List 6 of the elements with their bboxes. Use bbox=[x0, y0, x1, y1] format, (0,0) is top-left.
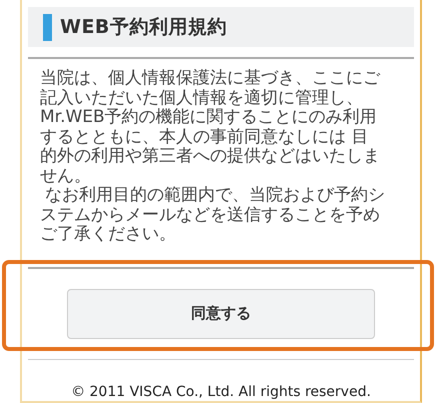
agree-button[interactable]: 同意する bbox=[67, 288, 375, 338]
terms-paragraph: 当院は、個人情報保護法に基づき、ここにご記入いただいた個人情報を適切に管理し、Mr.WEB予約の機能に関することにのみ利用するとともに、本人の事前同意なしには 目的外の利用や第三者への提供などはいたしません。 bbox=[40, 69, 382, 186]
page-title: WEB予約利用規約 bbox=[60, 14, 227, 40]
terms-paragraph: なお利用目的の範囲内で、当院および予約システムからメールなどを送信することを予めご了承ください。 bbox=[40, 186, 386, 244]
copyright-text: © 2011 VISCA Co., Ltd. All rights reserved. bbox=[70, 382, 372, 402]
accent-bar bbox=[43, 14, 52, 40]
